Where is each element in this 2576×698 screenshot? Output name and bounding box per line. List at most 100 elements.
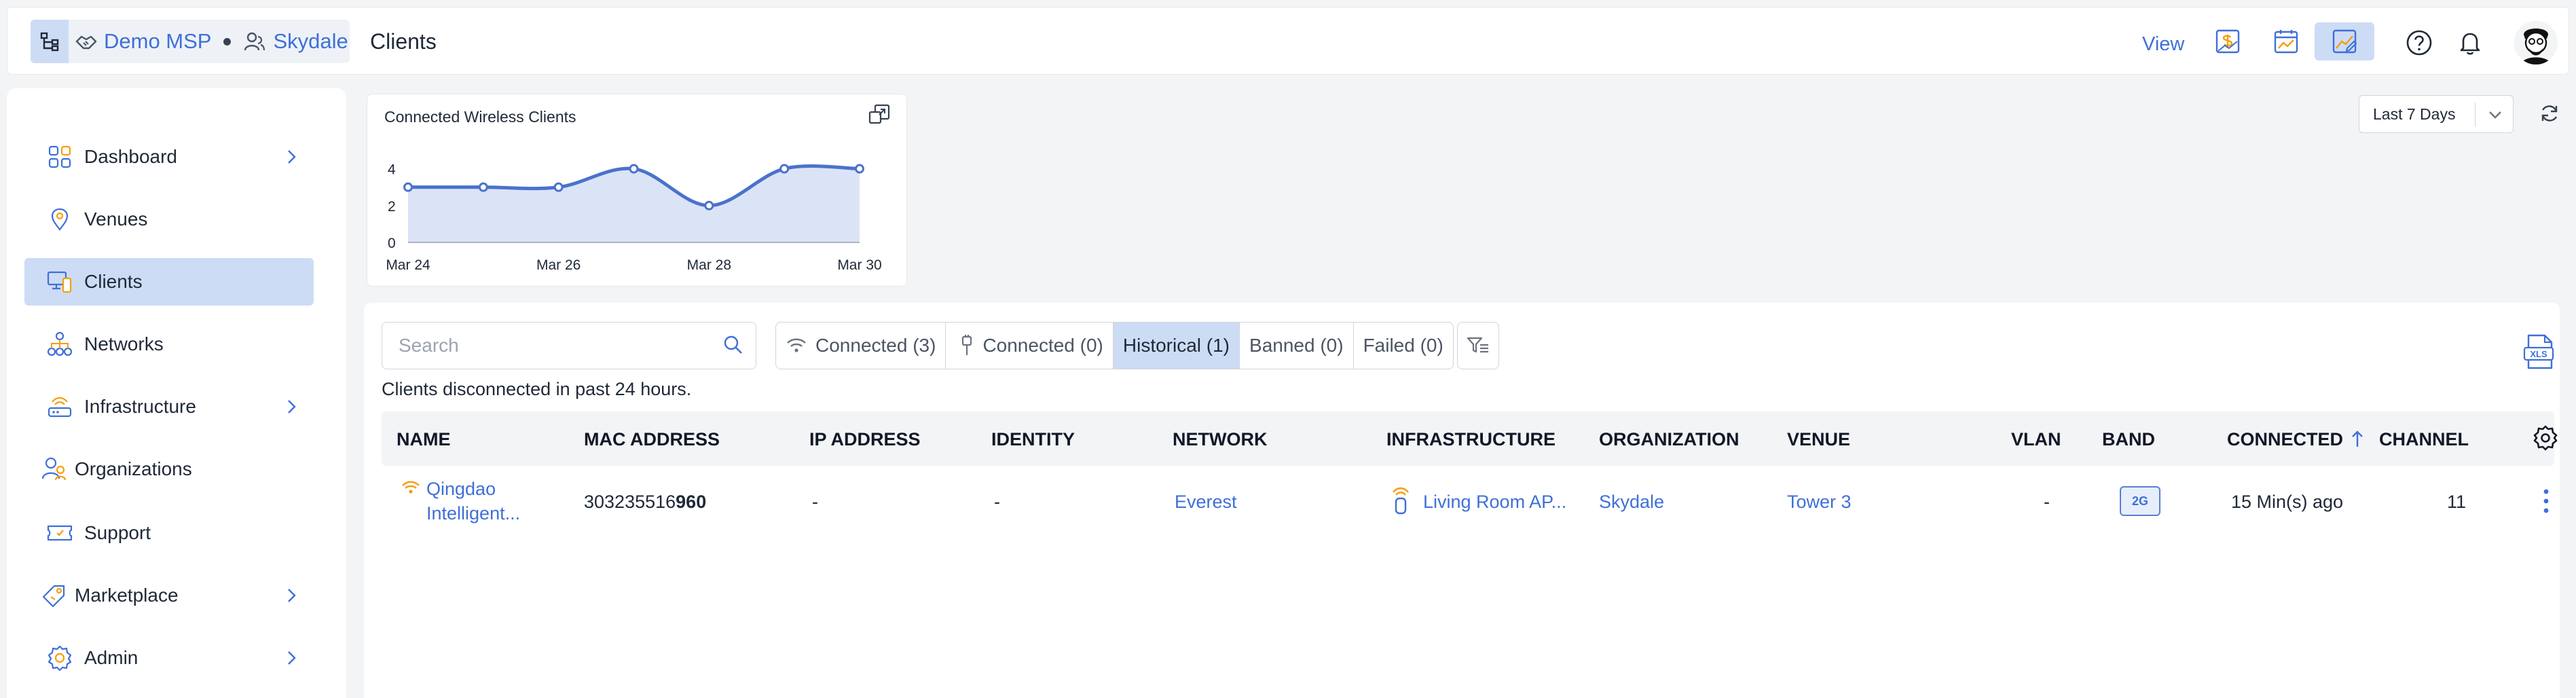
client-name-link[interactable]: Qingdao Intelligent... bbox=[426, 477, 520, 526]
page-title: Clients bbox=[370, 29, 437, 54]
date-range-select[interactable]: Last 7 Days bbox=[2359, 95, 2514, 133]
column-header-organization[interactable]: ORGANIZATION bbox=[1599, 429, 1739, 450]
channel-cell: 11 bbox=[2447, 492, 2467, 512]
tab-historical[interactable]: Historical (1) bbox=[1113, 323, 1240, 369]
select-divider bbox=[2475, 103, 2476, 127]
y-tick-label-0: 0 bbox=[388, 236, 396, 251]
wifi-icon bbox=[787, 338, 806, 352]
user-group-icon bbox=[243, 30, 266, 53]
tab-label: Connected (3) bbox=[815, 335, 936, 356]
user-avatar[interactable] bbox=[2514, 21, 2558, 65]
sidebar-item-infrastructure[interactable]: Infrastructure bbox=[24, 383, 314, 430]
chart-point-3 bbox=[629, 164, 639, 174]
chart-point-6 bbox=[855, 164, 864, 174]
column-header-connected[interactable]: CONNECTED bbox=[2227, 429, 2343, 450]
router-icon bbox=[45, 392, 75, 422]
identity-cell: - bbox=[994, 492, 1000, 512]
organization-link[interactable]: Skydale bbox=[1599, 492, 1664, 513]
sidebar-item-label: Dashboard bbox=[84, 146, 177, 167]
x-tick-label-0: Mar 24 bbox=[386, 257, 430, 273]
infrastructure-link[interactable]: Living Room AP... bbox=[1423, 492, 1566, 513]
edit-report-button[interactable] bbox=[2315, 22, 2374, 60]
sidebar-item-label: Venues bbox=[84, 208, 148, 229]
search-icon[interactable] bbox=[722, 334, 744, 356]
filter-icon bbox=[1467, 337, 1488, 353]
tab-label: Banned (0) bbox=[1249, 335, 1344, 356]
sidebar-item-admin[interactable]: Admin bbox=[24, 634, 314, 682]
mac-suffix: 960 bbox=[676, 492, 707, 512]
breadcrumb-tenant-link[interactable]: Skydale bbox=[273, 29, 348, 54]
column-header-venue[interactable]: VENUE bbox=[1787, 429, 1850, 450]
tab-connected-wireless[interactable]: Connected (3) bbox=[776, 323, 946, 369]
sort-ascending-icon[interactable] bbox=[2351, 429, 2364, 448]
column-header-infrastructure[interactable]: INFRASTRUCTURE bbox=[1386, 429, 1556, 450]
mac-prefix: 303235516 bbox=[584, 492, 676, 512]
breadcrumb-separator bbox=[223, 37, 232, 45]
top-bar: Demo MSP Skydale Clients View bbox=[7, 7, 2569, 75]
dollar-report-button[interactable] bbox=[2198, 22, 2258, 60]
export-xls-icon[interactable]: XLS bbox=[2523, 334, 2556, 374]
column-header-vlan[interactable]: VLAN bbox=[2011, 429, 2061, 450]
network-link[interactable]: Everest bbox=[1175, 492, 1237, 513]
hierarchy-icon[interactable] bbox=[31, 20, 69, 63]
dollar-report-icon bbox=[2215, 29, 2240, 54]
column-header-mac[interactable]: MAC ADDRESS bbox=[584, 429, 720, 450]
sidebar-item-support[interactable]: Support bbox=[24, 509, 314, 557]
access-point-icon bbox=[1393, 487, 1409, 515]
column-header-ip[interactable]: IP ADDRESS bbox=[809, 429, 921, 450]
clients-table-card: Connected (3) Connected (0) Historical (… bbox=[364, 303, 2560, 698]
connected-time-cell: 15 Min(s) ago bbox=[2231, 492, 2344, 512]
refresh-icon[interactable] bbox=[2539, 103, 2560, 124]
tag-icon bbox=[39, 581, 69, 610]
chevron-right-icon bbox=[288, 400, 296, 414]
x-tick-label-6: Mar 30 bbox=[837, 257, 881, 273]
bell-icon[interactable] bbox=[2455, 28, 2485, 58]
sidebar-item-networks[interactable]: Networks bbox=[24, 320, 314, 368]
sidebar-item-dashboard[interactable]: Dashboard bbox=[24, 133, 314, 181]
vlan-cell: - bbox=[2044, 492, 2050, 512]
sidebar-item-label: Admin bbox=[84, 647, 139, 668]
expand-chart-icon[interactable] bbox=[867, 103, 891, 127]
edit-report-icon bbox=[2332, 29, 2357, 54]
breadcrumb-org-link[interactable]: Demo MSP bbox=[104, 29, 211, 54]
advanced-filter-button[interactable] bbox=[1457, 322, 1499, 369]
y-tick-label-4: 4 bbox=[388, 162, 396, 178]
sidebar-item-clients[interactable]: Clients bbox=[24, 258, 314, 306]
calendar-report-button[interactable] bbox=[2256, 22, 2316, 60]
organizations-icon bbox=[39, 454, 69, 484]
chevron-down-icon bbox=[2489, 111, 2501, 119]
tab-banned[interactable]: Banned (0) bbox=[1240, 323, 1354, 369]
chart-point-5 bbox=[779, 164, 790, 174]
handshake-icon bbox=[74, 29, 98, 54]
sidebar-item-venues[interactable]: Venues bbox=[24, 196, 314, 243]
column-header-band[interactable]: BAND bbox=[2102, 429, 2155, 450]
tab-connected-wired[interactable]: Connected (0) bbox=[946, 323, 1114, 369]
connected-clients-chart-card: Connected Wireless Clients 0 2 4 Mar 24 Mar … bbox=[367, 94, 907, 287]
column-header-network[interactable]: NETWORK bbox=[1173, 429, 1267, 450]
venue-link[interactable]: Tower 3 bbox=[1787, 492, 1852, 513]
table-settings-gear-icon[interactable] bbox=[2533, 425, 2558, 451]
tab-label: Historical (1) bbox=[1122, 335, 1230, 356]
connected-clients-chart: 0 2 4 Mar 24 Mar 26 Mar 28 Mar 30 bbox=[386, 162, 881, 273]
sidebar-item-marketplace[interactable]: Marketplace bbox=[24, 572, 314, 619]
row-actions-kebab-icon[interactable] bbox=[2541, 488, 2552, 515]
sidebar-item-label: Organizations bbox=[75, 458, 192, 479]
sidebar-item-organizations[interactable]: Organizations bbox=[24, 445, 314, 493]
table-row[interactable]: Qingdao Intelligent... 303235516960 - - … bbox=[382, 466, 2554, 540]
search-input[interactable] bbox=[382, 322, 756, 369]
client-name-line: Intelligent... bbox=[426, 503, 521, 524]
column-header-channel[interactable]: CHANNEL bbox=[2379, 429, 2469, 450]
sidebar-item-label: Clients bbox=[84, 271, 143, 292]
network-icon bbox=[45, 329, 75, 359]
chart-area-fill bbox=[408, 166, 860, 242]
chevron-right-icon bbox=[288, 150, 296, 164]
column-header-identity[interactable]: IDENTITY bbox=[991, 429, 1075, 450]
help-icon[interactable] bbox=[2404, 28, 2434, 58]
location-pin-icon bbox=[45, 204, 75, 234]
sidebar-item-label: Infrastructure bbox=[84, 396, 196, 417]
calendar-report-icon bbox=[2274, 30, 2298, 54]
date-range-value: Last 7 Days bbox=[2373, 105, 2456, 123]
column-header-name[interactable]: NAME bbox=[397, 429, 451, 450]
gear-icon bbox=[45, 643, 75, 673]
tab-failed[interactable]: Failed (0) bbox=[1354, 323, 1453, 369]
